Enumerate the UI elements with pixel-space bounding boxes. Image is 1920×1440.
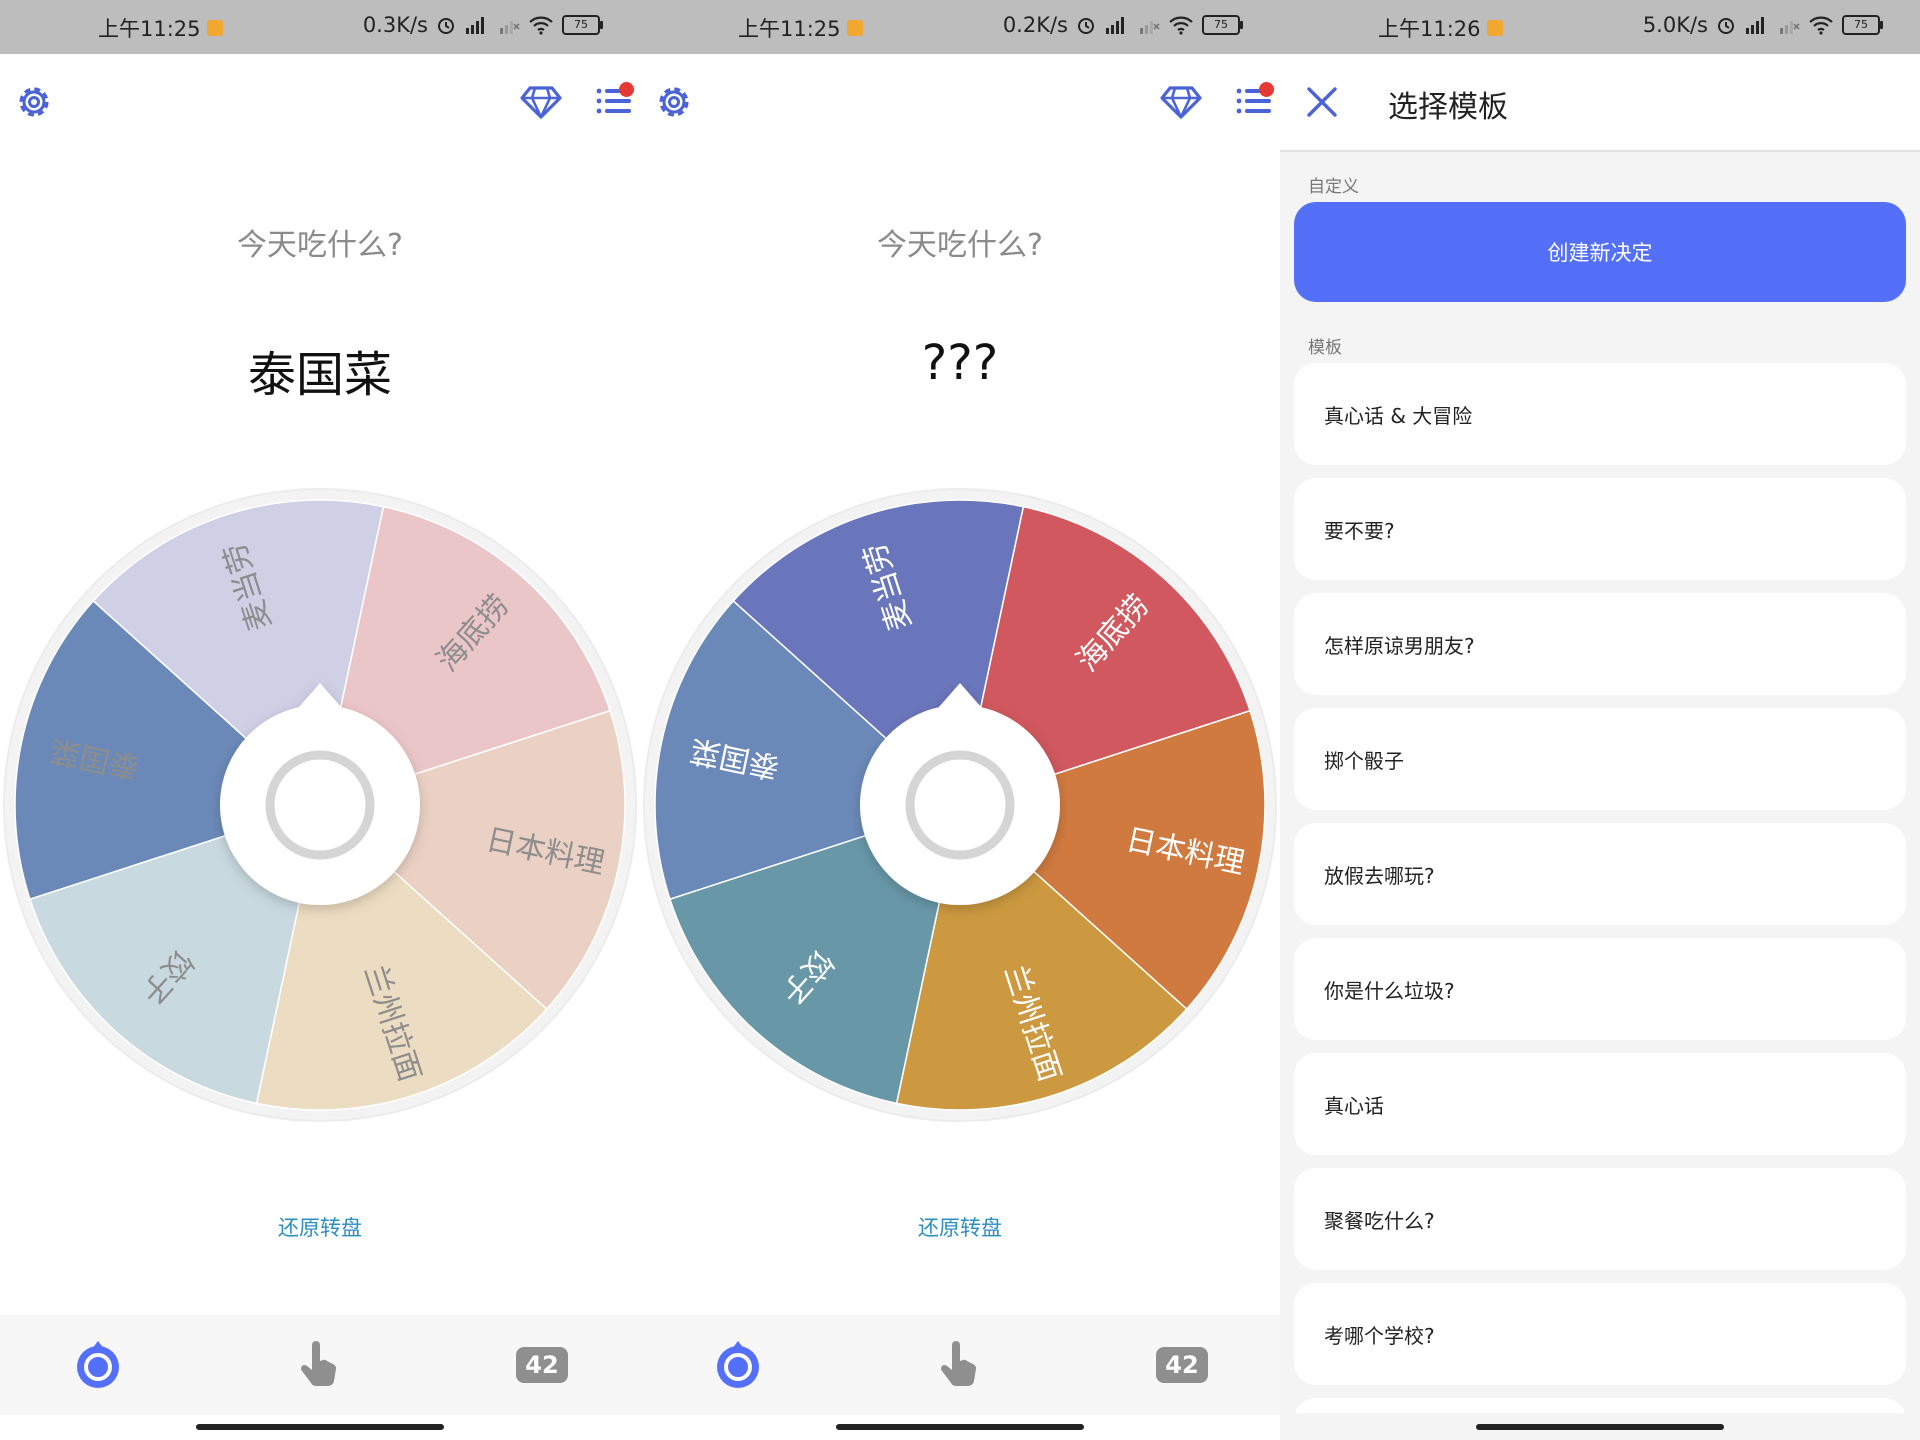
hand-icon — [940, 1341, 977, 1387]
template-screen: 上午11:26 5.0K/s 75 选择模板 自定义 创建新决定 模板 真心话 … — [1280, 0, 1920, 1440]
battery-icon: 75 — [1842, 15, 1883, 35]
count-badge: 42 — [1156, 1347, 1208, 1383]
status-bar: 上午11:25 0.3K/s 75 — [0, 0, 640, 54]
notification-dot — [619, 82, 634, 97]
notification-icon — [206, 20, 223, 36]
template-item[interactable]: 怎样原谅男朋友? — [1294, 593, 1906, 695]
top-bar — [0, 54, 640, 148]
template-header: 选择模板 — [1280, 54, 1920, 152]
alarm-icon — [1076, 15, 1096, 35]
result-text: ??? — [921, 335, 999, 391]
diamond-icon — [520, 86, 562, 119]
signal-icon — [1744, 16, 1770, 34]
signal-icon — [464, 16, 490, 34]
create-decision-button[interactable]: 创建新决定 — [1294, 202, 1906, 302]
status-indicators: 0.2K/s 75 — [1002, 13, 1243, 37]
custom-section-label: 自定义 — [1308, 177, 1359, 197]
question-title: 今天吃什么? — [877, 228, 1043, 263]
template-item[interactable]: 你是什么垃圾? — [1294, 938, 1906, 1040]
signal-icon — [1104, 16, 1130, 34]
question-title: 今天吃什么? — [237, 228, 403, 263]
wheel-screen-result: 上午11:25 0.3K/s 75 今天吃什么? 泰国菜 泰国菜 麦当劳 海底捞… — [0, 0, 640, 1440]
bottom-nav: 42 — [640, 1315, 1280, 1415]
count-badge: 42 — [516, 1347, 568, 1383]
template-item[interactable]: 聚餐吃什么? — [1294, 1168, 1906, 1270]
status-time-group: 上午11:25 — [738, 13, 863, 43]
status-time: 上午11:26 — [1378, 17, 1481, 41]
nav-tap-tab[interactable] — [930, 1335, 990, 1395]
wifi-icon — [1808, 15, 1834, 35]
alarm-icon — [436, 15, 456, 35]
battery-icon: 75 — [1202, 15, 1243, 35]
nav-tap-tab[interactable] — [290, 1335, 350, 1395]
template-section-label: 模板 — [1308, 338, 1342, 358]
decision-list-button[interactable] — [1232, 78, 1278, 124]
template-item[interactable]: 真心话 — [1294, 1053, 1906, 1155]
home-indicator[interactable] — [836, 1424, 1084, 1430]
battery-icon: 75 — [562, 15, 603, 35]
network-speed: 0.2K/s — [1002, 13, 1068, 37]
nav-count-tab[interactable]: 42 — [1152, 1335, 1212, 1395]
template-list: 真心话 & 大冒险 要不要? 怎样原谅男朋友? 掷个骰子 放假去哪玩? 你是什么… — [1294, 363, 1906, 1413]
notification-dot — [1259, 82, 1274, 97]
spin-wheel[interactable]: 泰国菜 麦当劳 海底捞 日本料理 兰州拉面 饺子 — [640, 485, 1280, 1125]
close-icon — [1307, 87, 1337, 117]
spin-wheel[interactable]: 泰国菜 麦当劳 海底捞 日本料理 兰州拉面 饺子 — [0, 485, 640, 1125]
premium-button[interactable] — [1158, 80, 1204, 124]
wheel-svg[interactable]: 泰国菜麦当劳 海底捞日本料理兰州拉面饺子 — [0, 485, 640, 1125]
status-bar: 上午11:25 0.2K/s 75 — [640, 0, 1280, 54]
template-item[interactable] — [1294, 1398, 1906, 1413]
wheel-icon — [77, 1341, 119, 1388]
signal-weak-icon — [498, 16, 520, 34]
status-time: 上午11:25 — [738, 17, 841, 41]
decision-list-button[interactable] — [592, 78, 638, 124]
bottom-nav: 42 — [0, 1315, 640, 1415]
gear-icon — [19, 87, 49, 117]
template-item[interactable]: 放假去哪玩? — [1294, 823, 1906, 925]
wheel-icon — [717, 1341, 759, 1388]
settings-button[interactable] — [12, 80, 56, 124]
network-speed: 0.3K/s — [362, 13, 428, 37]
result-text: 泰国菜 — [247, 347, 392, 403]
status-time-group: 上午11:25 — [98, 13, 223, 43]
nav-wheel-tab[interactable] — [708, 1335, 768, 1395]
status-indicators: 0.3K/s 75 — [362, 13, 603, 37]
template-item[interactable]: 真心话 & 大冒险 — [1294, 363, 1906, 465]
notification-icon — [846, 20, 863, 36]
wifi-icon — [1168, 15, 1194, 35]
template-item[interactable]: 掷个骰子 — [1294, 708, 1906, 810]
restore-wheel-link[interactable]: 还原转盘 — [640, 1212, 1280, 1242]
gear-icon — [659, 87, 689, 117]
signal-weak-icon — [1138, 16, 1160, 34]
network-speed: 5.0K/s — [1642, 13, 1708, 37]
page-title: 选择模板 — [1388, 90, 1508, 125]
status-bar: 上午11:26 5.0K/s 75 — [1280, 0, 1920, 54]
top-bar — [640, 54, 1280, 148]
nav-wheel-tab[interactable] — [68, 1335, 128, 1395]
notification-icon — [1486, 20, 1503, 36]
alarm-icon — [1716, 15, 1736, 35]
wheel-screen-spinning: 上午11:25 0.2K/s 75 今天吃什么? ??? 泰国菜 麦当劳 海底捞… — [640, 0, 1280, 1440]
home-indicator[interactable] — [196, 1424, 444, 1430]
diamond-icon — [1160, 86, 1202, 119]
template-item[interactable]: 考哪个学校? — [1294, 1283, 1906, 1385]
restore-wheel-link[interactable]: 还原转盘 — [0, 1212, 640, 1242]
screens-row: 上午11:25 0.3K/s 75 今天吃什么? 泰国菜 泰国菜 麦当劳 海底捞… — [0, 0, 1920, 1440]
status-indicators: 5.0K/s 75 — [1642, 13, 1883, 37]
wifi-icon — [528, 15, 554, 35]
signal-weak-icon — [1778, 16, 1800, 34]
premium-button[interactable] — [518, 80, 564, 124]
template-item[interactable]: 要不要? — [1294, 478, 1906, 580]
status-time-group: 上午11:26 — [1378, 13, 1503, 43]
wheel-svg[interactable]: 泰国菜麦当劳 海底捞日本料理兰州拉面饺子 — [640, 485, 1280, 1125]
home-indicator[interactable] — [1476, 1424, 1724, 1430]
status-time: 上午11:25 — [98, 17, 201, 41]
close-button[interactable] — [1300, 80, 1344, 124]
settings-button[interactable] — [652, 80, 696, 124]
hand-icon — [300, 1341, 337, 1387]
nav-count-tab[interactable]: 42 — [512, 1335, 572, 1395]
